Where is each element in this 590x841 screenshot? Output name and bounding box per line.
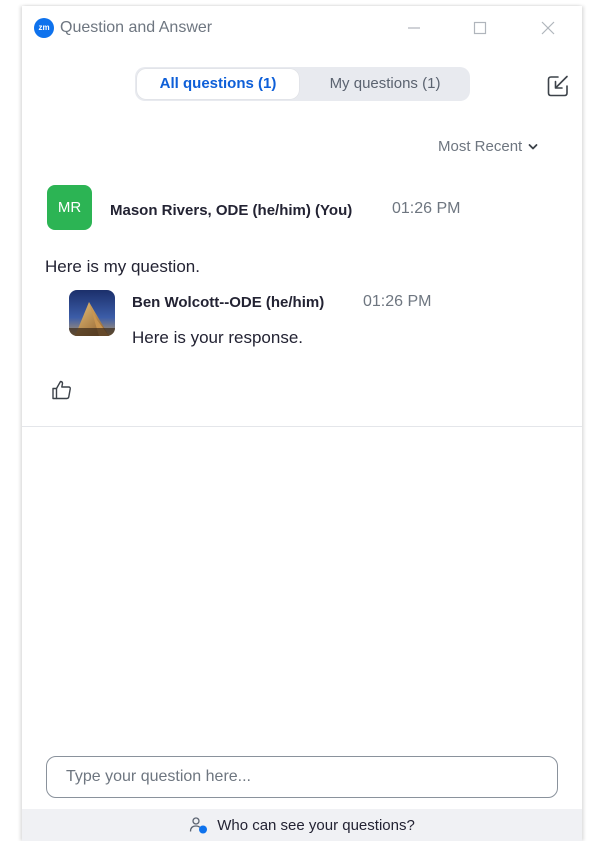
avatar: MR bbox=[47, 185, 92, 230]
maximize-button[interactable] bbox=[468, 16, 492, 40]
people-icon bbox=[190, 817, 208, 834]
chevron-down-icon bbox=[528, 143, 538, 149]
responder-avatar bbox=[69, 290, 115, 336]
sort-label: Most Recent bbox=[438, 138, 523, 155]
qa-window: zm Question and Answer All questions (1)… bbox=[22, 6, 582, 841]
zoom-logo: zm bbox=[34, 18, 54, 38]
close-button[interactable] bbox=[536, 16, 560, 40]
visibility-info-label: Who can see your questions? bbox=[217, 816, 415, 834]
question-input[interactable] bbox=[47, 757, 557, 797]
minimize-icon bbox=[408, 27, 420, 29]
question-text: Here is my question. bbox=[45, 257, 200, 276]
like-button[interactable] bbox=[50, 378, 74, 402]
tab-all-questions[interactable]: All questions (1) bbox=[137, 69, 299, 99]
sort-dropdown[interactable]: Most Recent bbox=[438, 138, 538, 155]
thumbs-up-icon bbox=[52, 380, 71, 400]
maximize-icon bbox=[473, 21, 487, 35]
popout-icon bbox=[547, 75, 568, 97]
question-time: 01:26 PM bbox=[392, 200, 461, 217]
window-title: Question and Answer bbox=[60, 19, 213, 36]
divider bbox=[22, 426, 582, 427]
minimize-button[interactable] bbox=[402, 16, 426, 40]
response-text: Here is your response. bbox=[132, 328, 304, 347]
response-time: 01:26 PM bbox=[363, 293, 432, 310]
close-icon bbox=[541, 21, 555, 35]
response-author: Ben Wolcott--ODE (he/him) bbox=[132, 294, 325, 311]
question-input-box[interactable] bbox=[46, 756, 558, 798]
title-bar: zm Question and Answer bbox=[22, 6, 582, 50]
tab-my-questions[interactable]: My questions (1) bbox=[305, 67, 465, 101]
question-tabs: All questions (1) My questions (1) bbox=[135, 67, 470, 101]
visibility-info-link[interactable]: Who can see your questions? bbox=[22, 809, 582, 841]
popout-button[interactable] bbox=[544, 72, 572, 100]
question-author: Mason Rivers, ODE (he/him) (You) bbox=[110, 202, 353, 219]
